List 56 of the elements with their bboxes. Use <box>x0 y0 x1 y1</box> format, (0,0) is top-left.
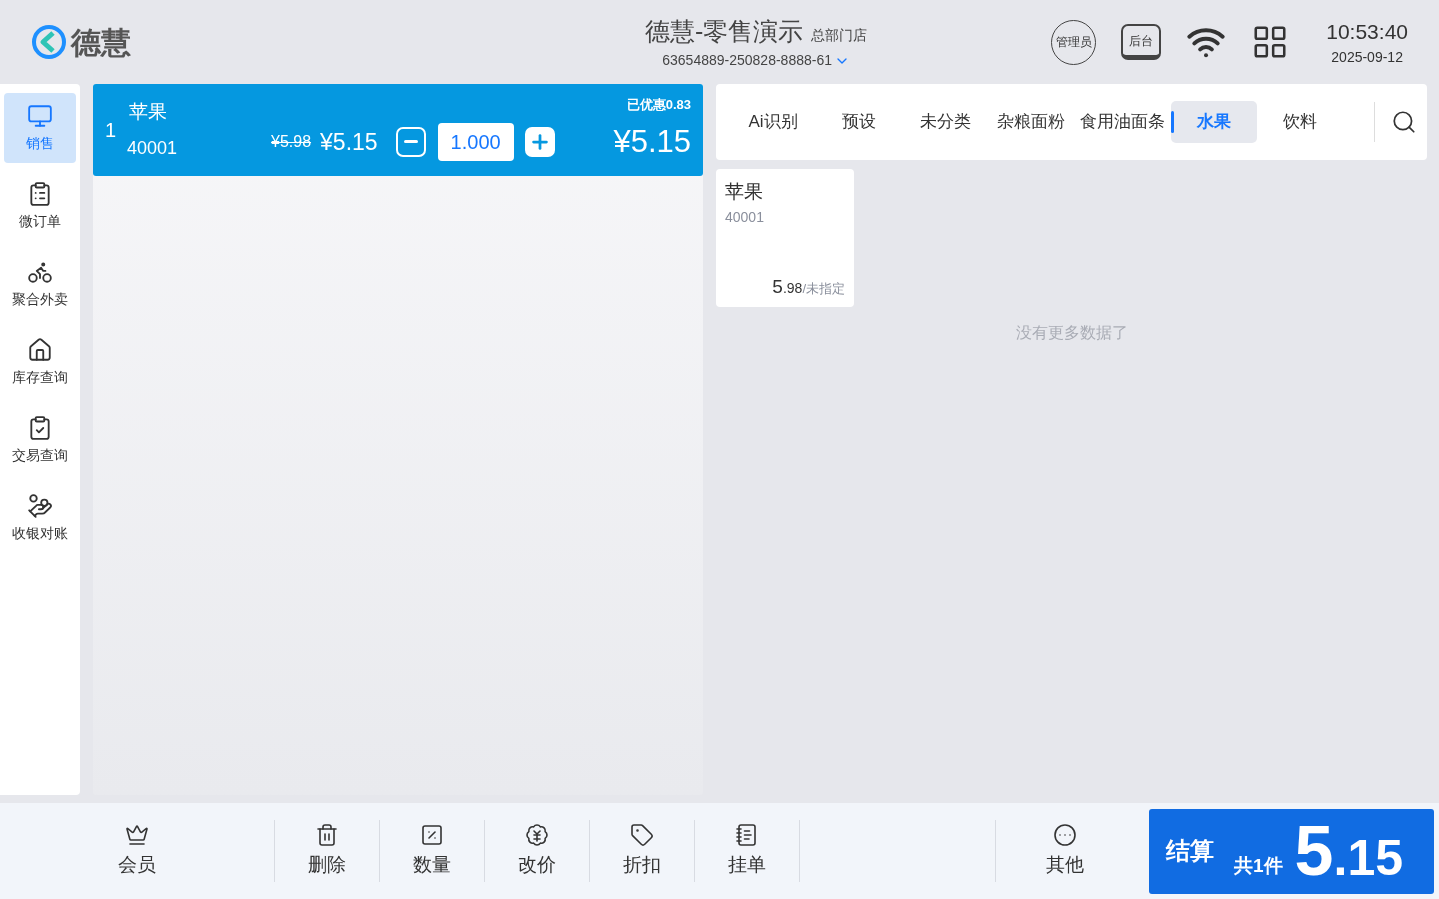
hand-coin-icon <box>27 492 53 519</box>
product-card[interactable]: 苹果 40001 5.98/未指定 <box>716 169 854 307</box>
sidebar-item[interactable]: 收银对账 <box>4 483 76 553</box>
no-more-data-text: 没有更多数据了 <box>1015 323 1128 343</box>
checkout-button[interactable]: 结算 共1件 5.15 <box>1149 808 1434 894</box>
ellipsis-circle-icon <box>1052 822 1077 847</box>
product-unit: /未指定 <box>802 279 845 298</box>
product-price: 5.98 <box>772 274 803 299</box>
logo-text: 德慧 <box>71 24 131 61</box>
monitor-icon <box>27 102 53 129</box>
logo-icon <box>31 24 67 60</box>
category-tab[interactable]: 预设 <box>816 101 902 143</box>
device-id-dropdown[interactable]: 63654889-250828-8888-61 <box>662 50 850 72</box>
minus-icon <box>403 140 418 144</box>
product-code: 40001 <box>725 207 765 227</box>
category-tab[interactable]: 杂粮面粉 <box>988 101 1074 143</box>
toolbar-button[interactable]: 数量 <box>380 820 485 882</box>
search-icon[interactable] <box>1391 109 1417 135</box>
decrease-button[interactable] <box>395 126 426 157</box>
sidebar-item[interactable]: 交易查询 <box>4 405 76 475</box>
yen-badge-icon <box>525 822 549 847</box>
percent-square-icon <box>420 822 444 847</box>
trash-icon <box>315 822 339 847</box>
store-title: 德慧-零售演示 <box>644 15 804 47</box>
toolbar-button[interactable]: 改价 <box>485 820 590 882</box>
backend-button[interactable]: 后台 <box>1121 24 1162 60</box>
notepad-icon <box>735 822 759 847</box>
sidebar-item[interactable]: 微订单 <box>4 171 76 241</box>
cart-row[interactable]: 1 苹果 40001 已优惠0.83 ¥5.98 ¥5.15 1.000 ¥5.15 <box>93 84 703 176</box>
sidebar-item[interactable]: 聚合外卖 <box>4 249 76 319</box>
toolbar-button[interactable]: 会员 <box>0 820 275 882</box>
tag-icon <box>630 822 654 847</box>
original-price: ¥5.98 <box>271 131 312 152</box>
category-tab[interactable]: 食用油面条 <box>1074 101 1171 143</box>
category-tab[interactable]: 饮料 <box>1257 101 1343 143</box>
toolbar-button[interactable]: 折扣 <box>590 820 695 882</box>
toolbar-button[interactable]: 删除 <box>275 820 380 882</box>
clock-date: 2025-09-12 <box>1331 48 1403 68</box>
toolbar-button[interactable]: 挂单 <box>695 820 800 882</box>
discount-note: 已优惠0.83 <box>626 96 691 114</box>
category-tab[interactable]: 未分类 <box>902 101 988 143</box>
item-code: 40001 <box>127 137 179 161</box>
unit-price: ¥5.15 <box>320 127 378 157</box>
clock-time: 10:53:40 <box>1326 18 1408 45</box>
item-name: 苹果 <box>128 99 168 124</box>
category-tab[interactable]: Ai识别 <box>730 101 816 143</box>
quantity-field[interactable]: 1.000 <box>437 122 514 161</box>
clipboard-icon <box>27 180 53 207</box>
store-branch: 总部门店 <box>811 25 868 45</box>
crown-icon <box>125 822 149 847</box>
toolbar-button[interactable]: 其他 <box>995 820 1133 882</box>
line-subtotal: ¥5.15 <box>613 122 691 161</box>
product-name: 苹果 <box>725 180 764 204</box>
increase-button[interactable] <box>524 126 555 157</box>
row-number: 1 <box>105 118 118 143</box>
sidebar-item[interactable]: 库存查询 <box>4 327 76 397</box>
